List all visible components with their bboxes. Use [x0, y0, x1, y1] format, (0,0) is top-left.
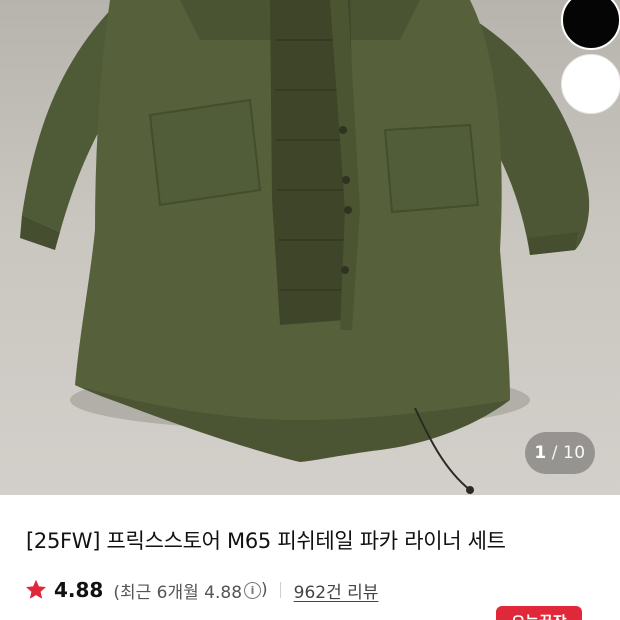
- rating-recent-close: ): [261, 580, 268, 600]
- star-icon: [26, 579, 46, 599]
- rating-row: 4.88 (최근 6개월 4.88 i ) 962건 리뷰: [24, 575, 378, 605]
- rating-value: 4.88: [54, 578, 104, 602]
- info-icon[interactable]: i: [244, 581, 262, 599]
- image-counter: 1 / 10: [525, 432, 595, 474]
- rating-recent: (최근 6개월 4.88 i ): [113, 578, 267, 603]
- image-counter-current: 1: [534, 443, 547, 463]
- rating-recent-text: (최근 6개월 4.88: [113, 582, 243, 603]
- parka-photo: [20, 0, 590, 494]
- review-count-link[interactable]: 962건 리뷰: [294, 578, 379, 603]
- image-counter-total: 10: [562, 443, 586, 463]
- image-counter-separator: /: [551, 443, 558, 463]
- product-title: [25FW] 프릭스스토어 M65 피쉬테일 파카 라이너 세트: [26, 529, 506, 553]
- color-option-white[interactable]: [561, 54, 620, 114]
- divider: [279, 582, 281, 598]
- today-deal-badge: 오늘끝장: [496, 606, 582, 620]
- product-detail-page: 1 / 10 [25FW] 프릭스스토어 M65 피쉬테일 파카 라이너 세트 …: [0, 0, 620, 620]
- product-image-carousel[interactable]: 1 / 10: [0, 0, 620, 495]
